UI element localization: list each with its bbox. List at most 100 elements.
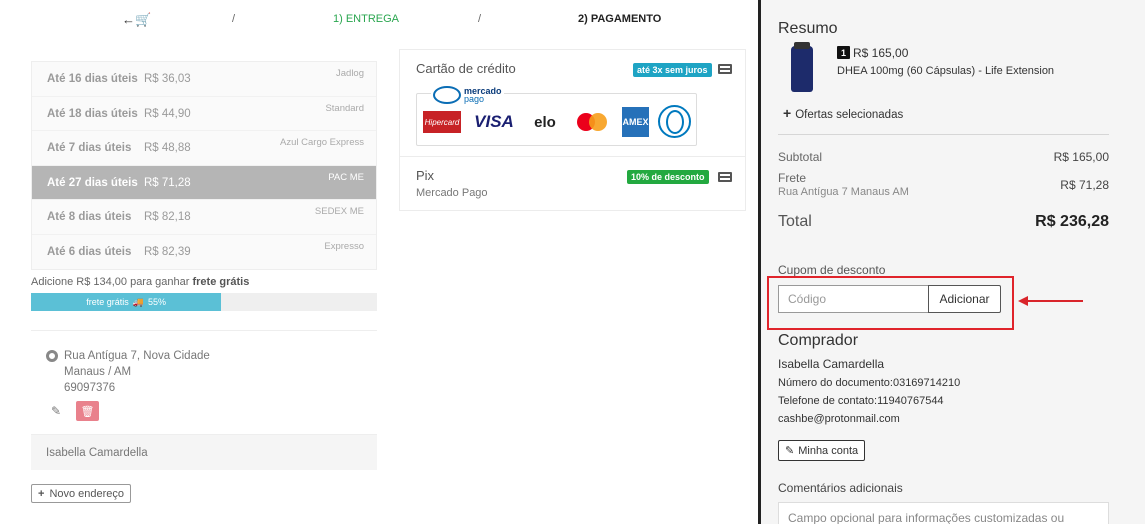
product-image <box>791 42 813 92</box>
mercado-pago-logo: mercado pago <box>431 86 504 104</box>
comments-textarea[interactable] <box>778 502 1109 524</box>
credit-card-icon <box>718 64 732 74</box>
address-card: Rua Antígua 7, Nova Cidade Manaus / AM 6… <box>31 330 377 432</box>
shipping-options-list: Até 16 dias úteis R$ 36,03 Jadlog Até 18… <box>31 61 377 270</box>
shipping-option[interactable]: Até 8 dias úteis R$ 82,18 SEDEX ME <box>32 200 376 235</box>
address-recipient: Isabella Camardella <box>31 434 377 470</box>
trash-icon[interactable]: 🗑 <box>76 401 99 421</box>
address-radio[interactable] <box>46 350 58 362</box>
buyer-name: Isabella Camardella <box>778 357 885 371</box>
frete-label: Frete <box>778 171 807 185</box>
shipping-days: Até 7 dias úteis <box>47 142 132 154</box>
shipping-carrier: PAC ME <box>328 171 364 183</box>
address-line2: Manaus / AM <box>64 366 132 378</box>
mp-line2: pago <box>464 94 485 104</box>
credit-card-title[interactable]: Cartão de crédito <box>416 61 516 76</box>
total-label: Total <box>778 213 812 230</box>
summary-title: Resumo <box>778 20 838 37</box>
progress-label: frete grátis <box>86 297 129 307</box>
checkout-steps: ←🛒 / 1) ENTREGA / 2) PAGAMENTO <box>0 0 760 40</box>
coupon-input[interactable] <box>778 285 929 313</box>
my-account-label: Minha conta <box>798 444 859 457</box>
coupon-label: Cupom de desconto <box>778 263 886 277</box>
subtotal-label: Subtotal <box>778 150 823 164</box>
divider <box>400 156 745 157</box>
pix-provider: Mercado Pago <box>416 187 488 199</box>
shipping-price: R$ 48,88 <box>144 142 191 154</box>
comments-label: Comentários adicionais <box>778 481 903 495</box>
diners-logo <box>658 105 691 138</box>
shipping-carrier: Azul Cargo Express <box>280 137 364 148</box>
payment-methods: Cartão de crédito até 3x sem juros merca… <box>399 49 746 211</box>
shipping-option[interactable]: Até 6 dias úteis R$ 82,39 Expresso <box>32 235 376 270</box>
shipping-days: Até 27 dias úteis <box>47 176 138 189</box>
shipping-option[interactable]: Até 16 dias úteis R$ 36,03 Jadlog <box>32 62 376 97</box>
address-line1: Rua Antígua 7, Nova Cidade <box>64 350 210 362</box>
shipping-option-selected[interactable]: Até 27 dias úteis R$ 71,28 PAC ME <box>32 165 376 200</box>
back-to-cart-icon[interactable]: ←🛒 <box>122 12 151 28</box>
buyer-phone: Telefone de contato:11940767544 <box>778 395 944 407</box>
shipping-option[interactable]: Até 7 dias úteis R$ 48,88 Azul Cargo Exp… <box>32 131 376 166</box>
frete-value: R$ 71,28 <box>1060 178 1109 192</box>
installments-badge: até 3x sem juros <box>633 63 712 77</box>
shipping-option[interactable]: Até 18 dias úteis R$ 44,90 Standard <box>32 97 376 131</box>
product-price: R$ 165,00 <box>853 46 909 60</box>
shipping-price: R$ 82,18 <box>144 211 191 223</box>
shipping-carrier: SEDEX ME <box>314 206 364 217</box>
annotation-arrow-line <box>1025 300 1083 302</box>
product-qty-badge: 1 <box>837 46 850 59</box>
visa-logo: VISA <box>474 112 514 131</box>
pencil-icon[interactable]: ✎ <box>51 404 61 418</box>
selected-offers-toggle[interactable]: + Ofertas selecionadas <box>783 105 903 121</box>
new-address-label: Novo endereço <box>49 487 125 500</box>
recipient-name: Isabella Camardella <box>46 447 148 459</box>
free-shipping-progress: frete grátis 🚚 55% <box>31 293 377 311</box>
order-summary-panel: Resumo 1 R$ 165,00 DHEA 100mg (60 Cápsul… <box>761 0 1145 524</box>
progress-fill: frete grátis 🚚 55% <box>31 293 222 311</box>
shipping-price: R$ 44,90 <box>144 107 191 120</box>
offers-label: Ofertas selecionadas <box>795 109 904 121</box>
my-account-button[interactable]: ✎ Minha conta <box>778 440 866 461</box>
pix-title[interactable]: Pix <box>416 168 434 183</box>
plus-icon: + <box>38 487 45 500</box>
subtotal-value: R$ 165,00 <box>1053 150 1109 164</box>
total-value: R$ 236,28 <box>1035 213 1109 230</box>
product-name: DHEA 100mg (60 Cápsulas) - Life Extensio… <box>837 65 1055 77</box>
step-entrega[interactable]: 1) ENTREGA <box>333 13 399 25</box>
shipping-days: Até 16 dias úteis <box>47 73 138 85</box>
new-address-button[interactable]: + Novo endereço <box>31 484 132 503</box>
shipping-carrier: Jadlog <box>336 68 364 79</box>
plus-icon: + <box>783 105 792 121</box>
mastercard-logo <box>577 111 611 133</box>
shipping-carrier: Expresso <box>324 240 364 252</box>
hipercard-logo: Hipercard <box>423 111 461 133</box>
shipping-days: Até 8 dias úteis <box>47 211 132 223</box>
shipping-price: R$ 36,03 <box>144 73 191 85</box>
step-separator: / <box>478 13 482 25</box>
buyer-document: Número do documento:03169714210 <box>778 377 961 389</box>
shipping-carrier: Standard <box>325 102 364 114</box>
truck-icon: 🚚 <box>132 296 145 307</box>
pencil-icon: ✎ <box>785 445 795 457</box>
elo-logo: elo <box>534 113 556 131</box>
handshake-icon <box>433 86 461 104</box>
buyer-email: cashbe@protonmail.com <box>778 413 900 425</box>
card-brands[interactable]: mercado pago Hipercard VISA elo AMEX <box>416 86 697 146</box>
step-pagamento: 2) PAGAMENTO <box>578 13 662 25</box>
address-zip: 69097376 <box>64 382 116 394</box>
address-text: Rua Antígua 7, Nova Cidade Manaus / AM 6… <box>64 348 210 396</box>
shipping-days: Até 18 dias úteis <box>47 107 138 120</box>
shipping-price: R$ 71,28 <box>144 176 191 189</box>
progress-percent: 55% <box>148 297 167 307</box>
free-shipping-prefix: Adicione R$ 134,00 para ganhar <box>31 276 190 288</box>
barcode-icon <box>718 172 732 182</box>
free-shipping-message: Adicione R$ 134,00 para ganhar frete grá… <box>31 276 249 288</box>
pix-discount-badge: 10% de desconto <box>627 170 709 184</box>
frete-address: Rua Antígua 7 Manaus AM <box>778 186 909 198</box>
shipping-days: Até 6 dias úteis <box>47 245 132 258</box>
amex-logo: AMEX <box>622 107 649 137</box>
step-separator: / <box>232 13 236 25</box>
add-coupon-button[interactable]: Adicionar <box>928 285 1001 313</box>
buyer-title: Comprador <box>778 332 859 349</box>
divider <box>778 134 1109 135</box>
